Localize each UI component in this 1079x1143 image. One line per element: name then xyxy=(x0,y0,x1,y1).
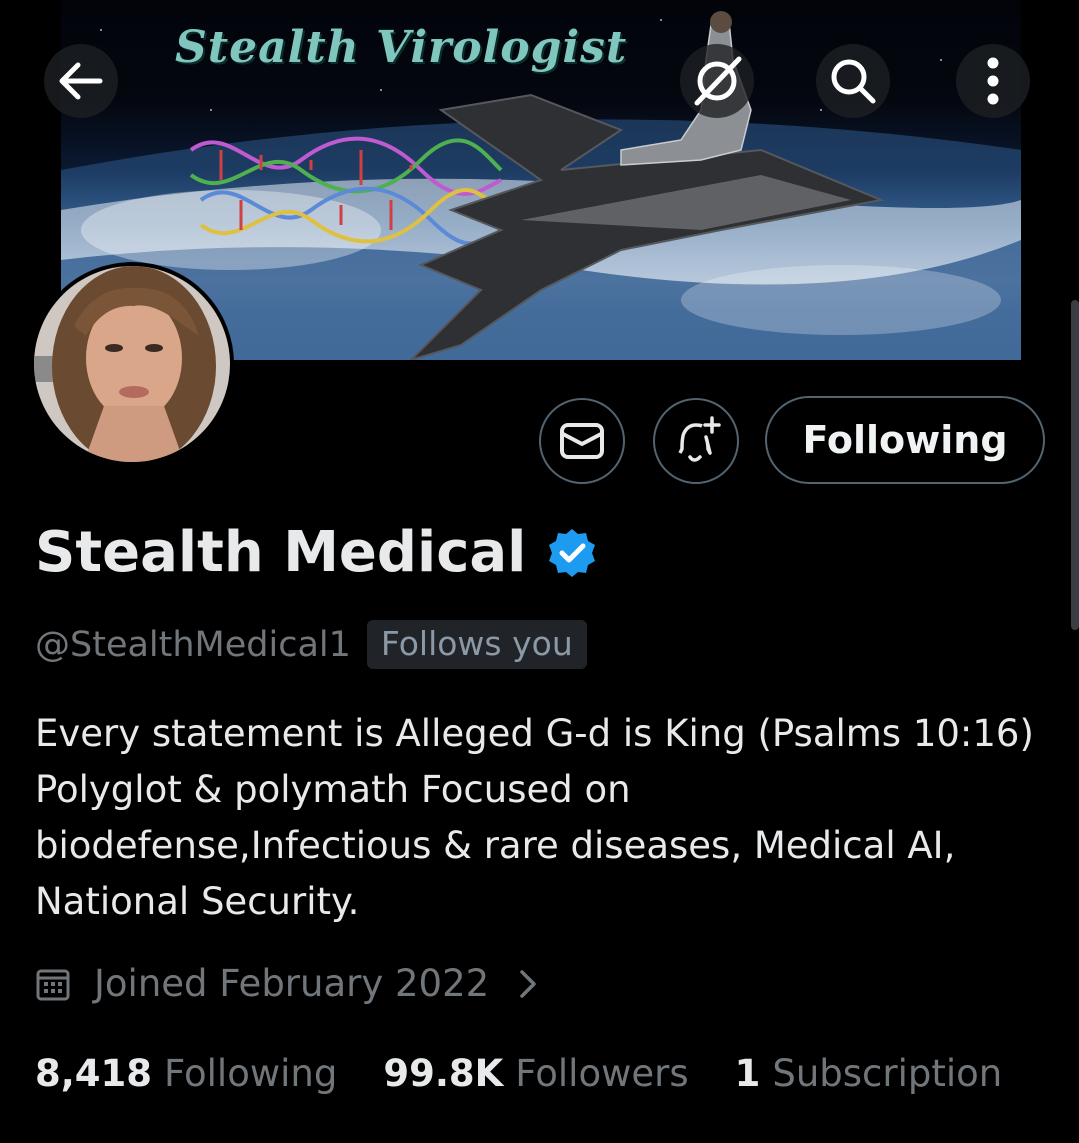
bell-plus-icon xyxy=(678,416,721,462)
following-count: 8,418 xyxy=(35,1052,153,1095)
avatar-photo xyxy=(34,266,230,462)
follows-you-badge: Follows you xyxy=(366,620,587,669)
scrollbar[interactable] xyxy=(1071,300,1079,630)
grok-icon xyxy=(694,56,742,106)
followers-label: Followers xyxy=(515,1052,689,1095)
subscription-label: Subscription xyxy=(772,1052,1003,1095)
joined-row[interactable]: Joined February 2022 xyxy=(36,962,537,1005)
handle-row: @StealthMedical1 Follows you xyxy=(35,620,587,669)
profile-bio: Every statement is Alleged G-d is King (… xyxy=(35,712,1034,923)
search-button[interactable] xyxy=(816,44,890,118)
envelope-icon xyxy=(560,423,604,459)
verified-badge-icon[interactable] xyxy=(546,527,598,579)
profile-name-row: Stealth Medical xyxy=(35,520,598,585)
joined-date: Joined February 2022 xyxy=(94,962,490,1005)
calendar-icon xyxy=(36,969,70,1000)
avatar[interactable] xyxy=(30,262,234,466)
back-button[interactable] xyxy=(44,44,118,118)
more-button[interactable] xyxy=(956,44,1030,118)
search-icon xyxy=(831,59,876,104)
followers-count: 99.8K xyxy=(383,1052,504,1095)
following-stat[interactable]: 8,418 Following xyxy=(35,1052,337,1095)
followers-stat[interactable]: 99.8K Followers xyxy=(383,1052,688,1095)
handle: @StealthMedical1 xyxy=(35,624,351,665)
arrow-left-icon xyxy=(59,62,103,100)
message-button[interactable] xyxy=(539,398,625,484)
grok-button[interactable] xyxy=(680,44,754,118)
more-vertical-icon xyxy=(987,57,999,105)
following-button[interactable]: Following xyxy=(765,396,1045,484)
banner-title: Stealth Virologist xyxy=(175,22,628,73)
chevron-right-icon xyxy=(520,969,536,998)
display-name: Stealth Medical xyxy=(35,520,527,585)
subscription-stat[interactable]: 1 Subscription xyxy=(735,1052,1003,1095)
following-label: Following xyxy=(164,1052,338,1095)
subscription-count: 1 xyxy=(734,1052,761,1095)
profile-stats: 8,418 Following 99.8K Followers 1 Subscr… xyxy=(35,1052,1048,1095)
notifications-button[interactable] xyxy=(653,398,739,484)
